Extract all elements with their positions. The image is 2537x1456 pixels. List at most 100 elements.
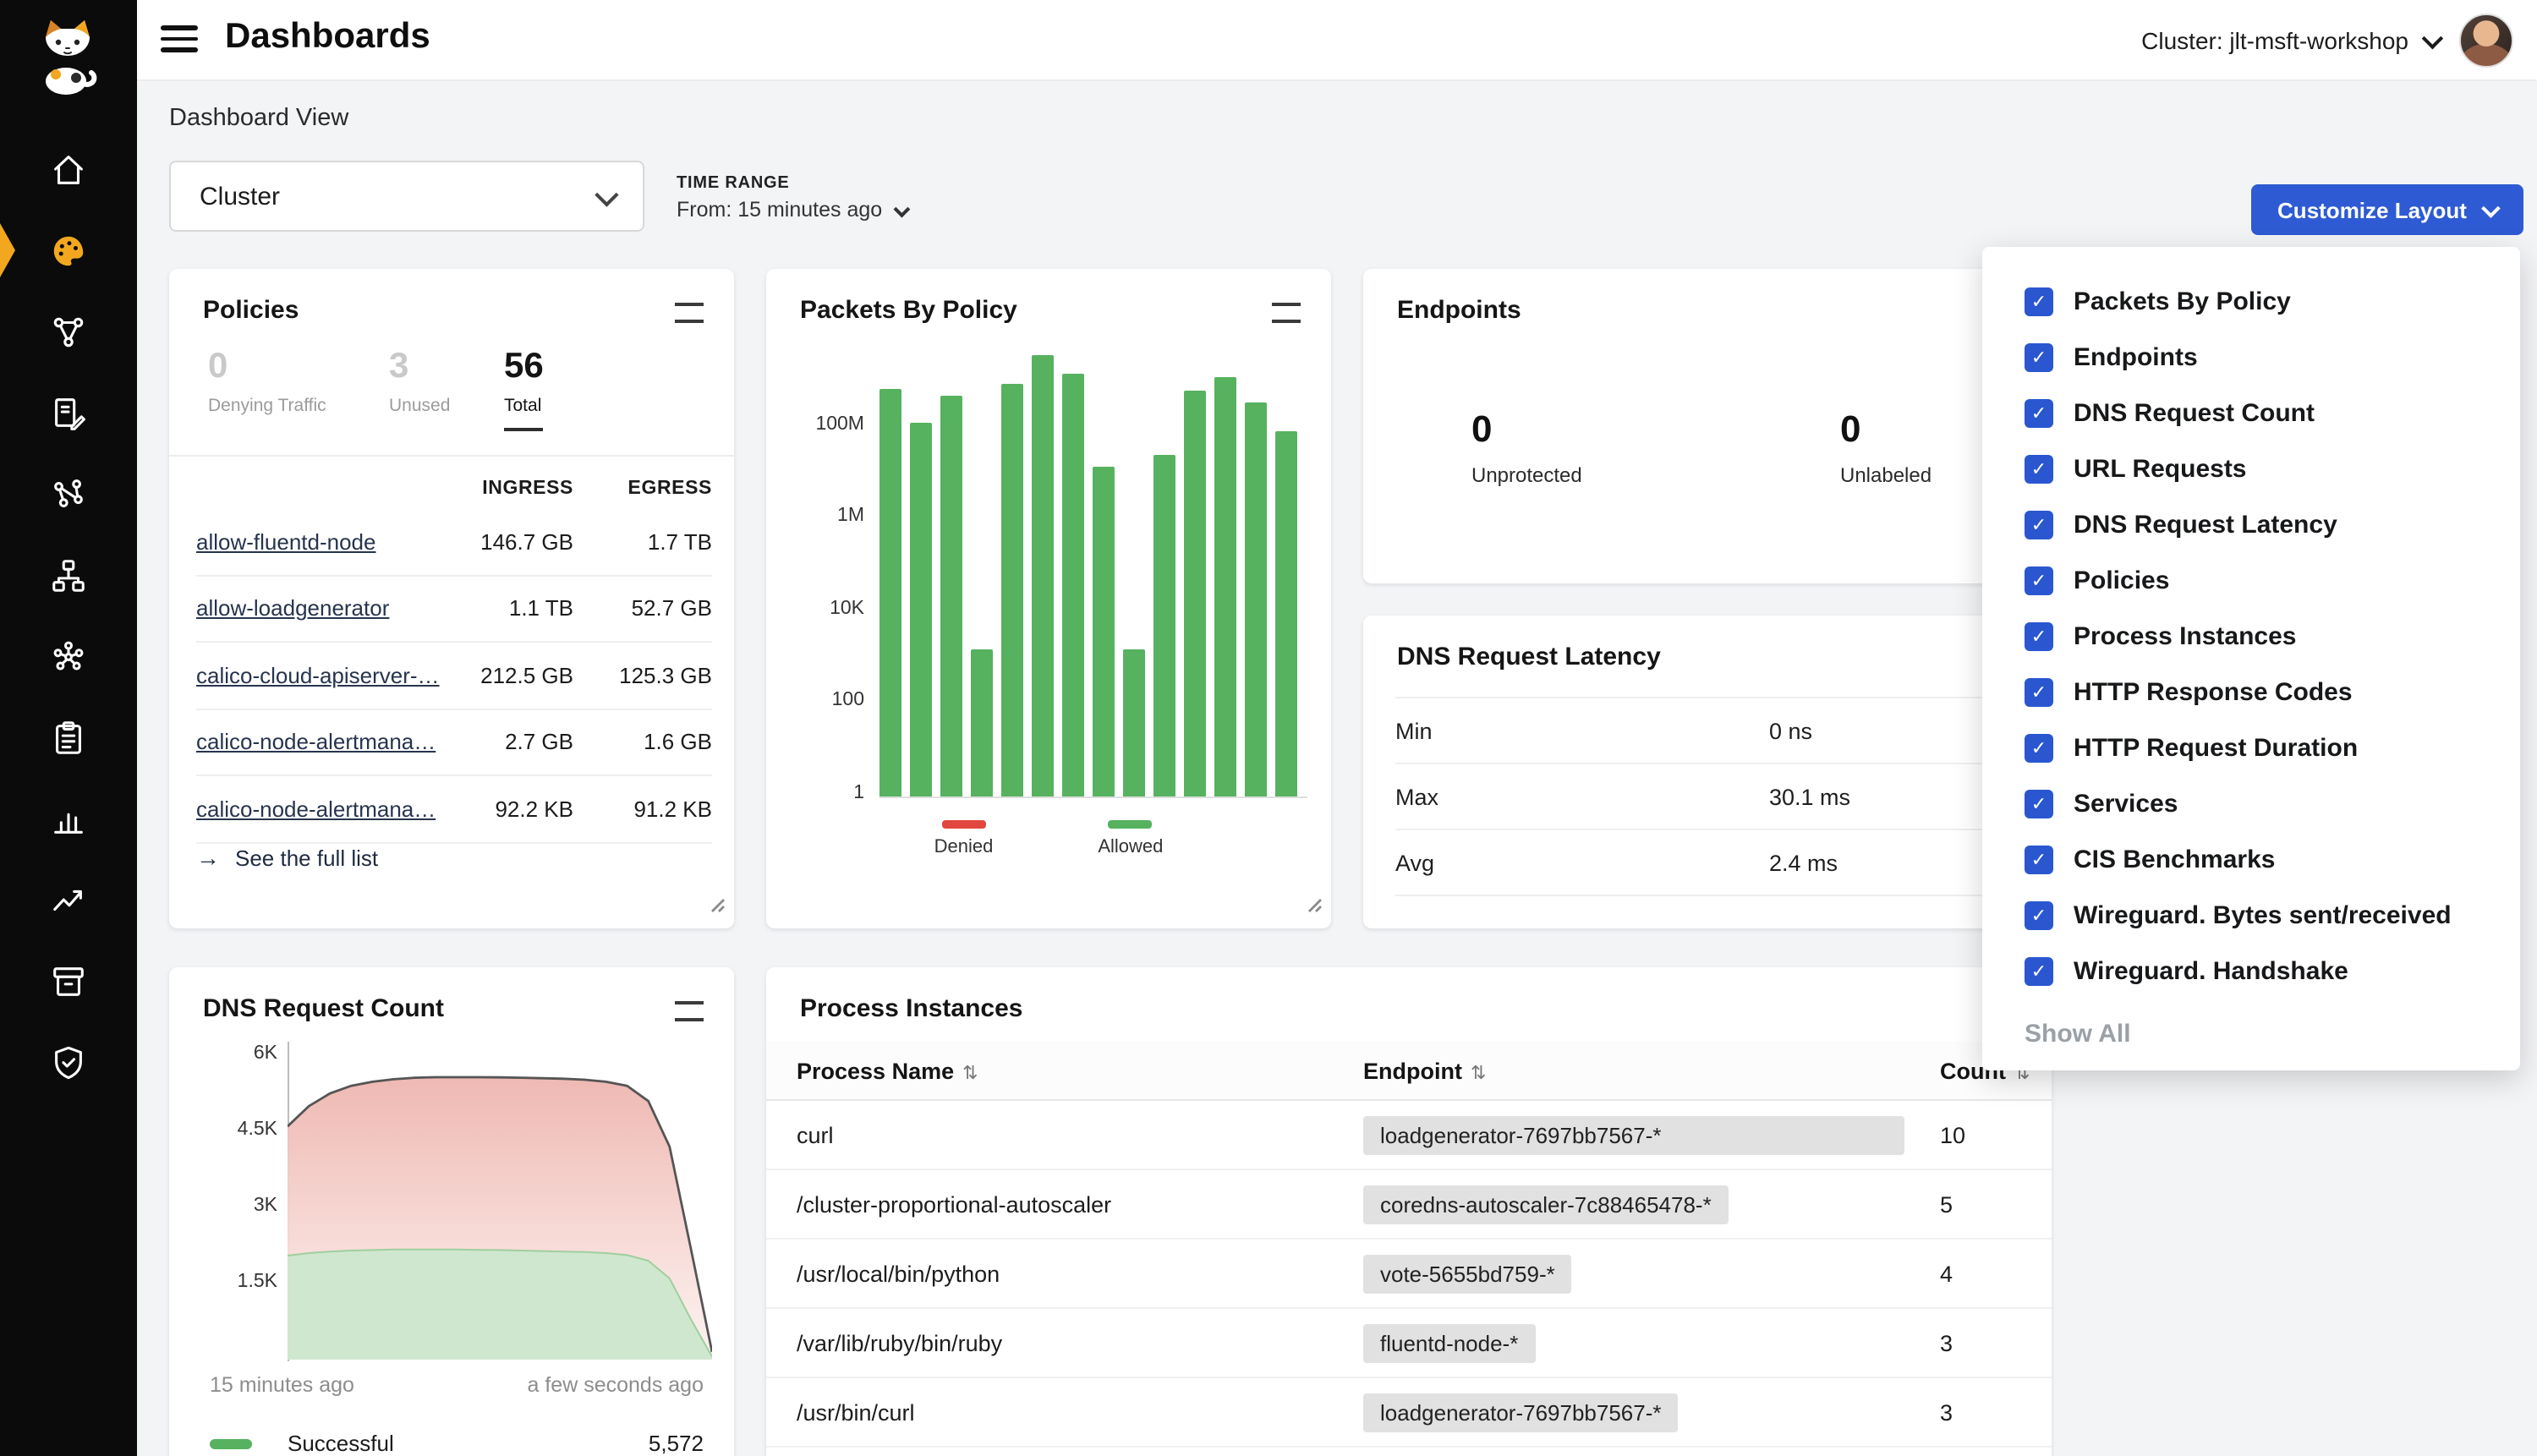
card-title: Endpoints [1397, 296, 1521, 325]
sidebar-item-home[interactable] [0, 129, 137, 210]
menu-item-dns-request-latency[interactable]: DNS Request Latency [1982, 497, 2520, 553]
stat-unused[interactable]: 3 Unused [389, 347, 450, 416]
palette-icon [49, 231, 88, 270]
menu-item-endpoints[interactable]: Endpoints [1982, 330, 2520, 386]
sidebar-item-clusters[interactable] [0, 616, 137, 697]
sidebar-item-dashboards[interactable] [0, 210, 137, 291]
stat-total[interactable]: 56 Total [504, 347, 544, 431]
checkbox-checked-icon[interactable] [2025, 790, 2053, 818]
menu-item-packets-by-policy[interactable]: Packets By Policy [1982, 274, 2520, 330]
sort-icon[interactable]: ⇅ [1471, 1061, 1486, 1083]
cluster-selector[interactable]: Cluster: jlt-msft-workshop [2141, 26, 2439, 53]
sidebar-item-storage[interactable] [0, 940, 137, 1021]
dns-legend-row[interactable]: Successful 5,572 [210, 1431, 704, 1456]
cluster-selector-label: Cluster: jlt-msft-workshop [2141, 26, 2408, 53]
checkbox-checked-icon[interactable] [2025, 567, 2053, 595]
sidebar-item-reports[interactable] [0, 859, 137, 940]
divider [169, 455, 734, 457]
packets-bars [879, 323, 1307, 798]
policy-link[interactable]: calico-cloud-apiserver-… [196, 663, 445, 688]
calico-cat-logo[interactable] [34, 14, 101, 98]
checkbox-checked-icon[interactable] [2025, 901, 2053, 930]
latency-table: Min 0 ns Max 30.1 ms Avg 2.4 ms [1395, 697, 2018, 896]
checkbox-checked-icon[interactable] [2025, 678, 2053, 707]
policy-link[interactable]: allow-loadgenerator [196, 596, 445, 621]
checkbox-checked-icon[interactable] [2025, 957, 2053, 986]
process-table: Process Name⇅ Endpoint⇅ Count⇅ curl load… [766, 1042, 2052, 1456]
resize-handle[interactable] [710, 891, 726, 922]
allowed-swatch [1109, 820, 1153, 829]
col-process-name[interactable]: Process Name⇅ [797, 1058, 1363, 1083]
sidebar-item-policies[interactable] [0, 372, 137, 453]
storage-icon [49, 961, 88, 1000]
dashboard-view-select[interactable]: Cluster [169, 161, 644, 232]
stat-denying-traffic[interactable]: 0 Denying Traffic [208, 347, 326, 416]
sidebar-item-service-graph[interactable] [0, 291, 137, 372]
menu-item-url-requests[interactable]: URL Requests [1982, 441, 2520, 497]
sidebar-item-activity[interactable] [0, 778, 137, 859]
dns-request-count-card: DNS Request Count 6K 4.5K 3K 1.5K 15 min… [169, 967, 734, 1456]
app-root: Dashboards Cluster: jlt-msft-workshop Da… [0, 0, 2537, 1456]
home-icon [49, 150, 88, 189]
table-row: /usr/bin/curl loadgenerator-7697bb7567-*… [766, 1378, 2052, 1448]
time-range: TIME RANGE From: 15 minutes ago [677, 174, 906, 222]
sidebar-item-network-sets[interactable] [0, 534, 137, 616]
packet-bar [1214, 377, 1236, 796]
service-graph-icon [49, 312, 88, 351]
legend-value: 5,572 [649, 1431, 704, 1456]
packet-bar [1123, 650, 1145, 796]
sidebar-item-compliance[interactable] [0, 697, 137, 778]
endpoint-chip: loadgenerator-7697bb7567-* [1363, 1393, 1679, 1431]
checkbox-checked-icon[interactable] [2025, 511, 2053, 539]
customize-layout-button[interactable]: Customize Layout [2251, 184, 2523, 235]
policy-link[interactable]: calico-node-alertmana… [196, 796, 445, 822]
policy-link[interactable]: calico-node-alertmana… [196, 730, 445, 755]
y-tick: 4.5K [203, 1119, 277, 1140]
resize-handle[interactable] [1307, 891, 1323, 922]
policies-table-header: INGRESS EGRESS [196, 468, 712, 509]
dns-area-chart [288, 1042, 712, 1361]
menu-item-cis-benchmarks[interactable]: CIS Benchmarks [1982, 832, 2520, 888]
sort-icon[interactable]: ⇅ [962, 1061, 978, 1083]
menu-item-wireguard-handshake[interactable]: Wireguard. Handshake [1982, 944, 2520, 999]
menu-item-http-request-duration[interactable]: HTTP Request Duration [1982, 720, 2520, 776]
menu-item-wireguard-bytes[interactable]: Wireguard. Bytes sent/received [1982, 888, 2520, 944]
checkbox-checked-icon[interactable] [2025, 343, 2053, 372]
dashboard-view-label: Dashboard View [169, 105, 348, 132]
endpoint-chip: fluentd-node-* [1363, 1323, 1535, 1362]
topbar: Dashboards Cluster: jlt-msft-workshop [137, 0, 2537, 81]
user-avatar[interactable] [2459, 13, 2513, 67]
y-tick: 3K [203, 1196, 277, 1216]
policy-link[interactable]: allow-fluentd-node [196, 529, 445, 555]
sidebar-item-threat-defense[interactable] [0, 1021, 137, 1103]
packet-bar [910, 424, 932, 796]
drag-handle-icon[interactable] [675, 1001, 704, 1021]
menu-item-policies[interactable]: Policies [1982, 553, 2520, 609]
denied-swatch [941, 820, 985, 829]
clipboard-icon [49, 718, 88, 757]
table-row: allow-loadgenerator 1.1 TB 52.7 GB [196, 576, 712, 643]
checkbox-checked-icon[interactable] [2025, 455, 2053, 484]
menu-item-process-instances[interactable]: Process Instances [1982, 609, 2520, 665]
menu-item-http-response-codes[interactable]: HTTP Response Codes [1982, 665, 2520, 720]
drag-handle-icon[interactable] [675, 303, 704, 323]
sidebar-nav [0, 129, 137, 1103]
show-all-link[interactable]: Show All [2025, 1020, 2520, 1048]
time-range-label: TIME RANGE [677, 174, 906, 193]
sidebar-item-nodes[interactable] [0, 453, 137, 534]
checkbox-checked-icon[interactable] [2025, 846, 2053, 874]
checkbox-checked-icon[interactable] [2025, 622, 2053, 651]
see-full-list-link[interactable]: → See the full list [196, 844, 378, 871]
col-endpoint[interactable]: Endpoint⇅ [1363, 1058, 1940, 1083]
menu-item-dns-request-count[interactable]: DNS Request Count [1982, 386, 2520, 441]
table-row: calico-node-alertmana… 2.7 GB 1.6 GB [196, 709, 712, 776]
checkbox-checked-icon[interactable] [2025, 734, 2053, 763]
menu-hamburger-icon[interactable] [161, 25, 198, 59]
drag-handle-icon[interactable] [1272, 303, 1301, 323]
arrow-right-icon: → [196, 844, 220, 871]
menu-item-services[interactable]: Services [1982, 776, 2520, 832]
time-range-value[interactable]: From: 15 minutes ago [677, 198, 906, 222]
checkbox-checked-icon[interactable] [2025, 287, 2053, 316]
cluster-nodes-icon [49, 637, 88, 676]
checkbox-checked-icon[interactable] [2025, 399, 2053, 428]
